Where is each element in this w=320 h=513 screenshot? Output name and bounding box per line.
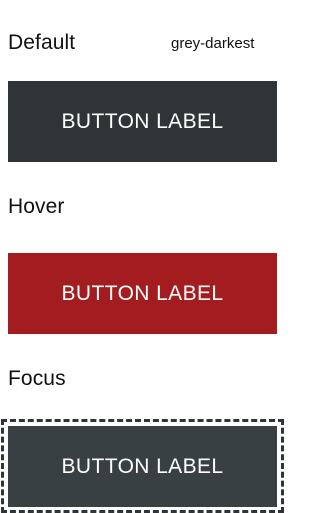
focus-button[interactable]: BUTTON LABEL xyxy=(8,426,277,507)
hover-state-label: Hover xyxy=(8,195,65,218)
focus-state-label: Focus xyxy=(8,367,66,390)
color-token-name: grey-darkest xyxy=(171,35,255,52)
default-state-label: Default xyxy=(8,31,76,54)
default-button[interactable]: BUTTON LABEL xyxy=(8,81,277,162)
hover-button[interactable]: BUTTON LABEL xyxy=(8,253,277,334)
